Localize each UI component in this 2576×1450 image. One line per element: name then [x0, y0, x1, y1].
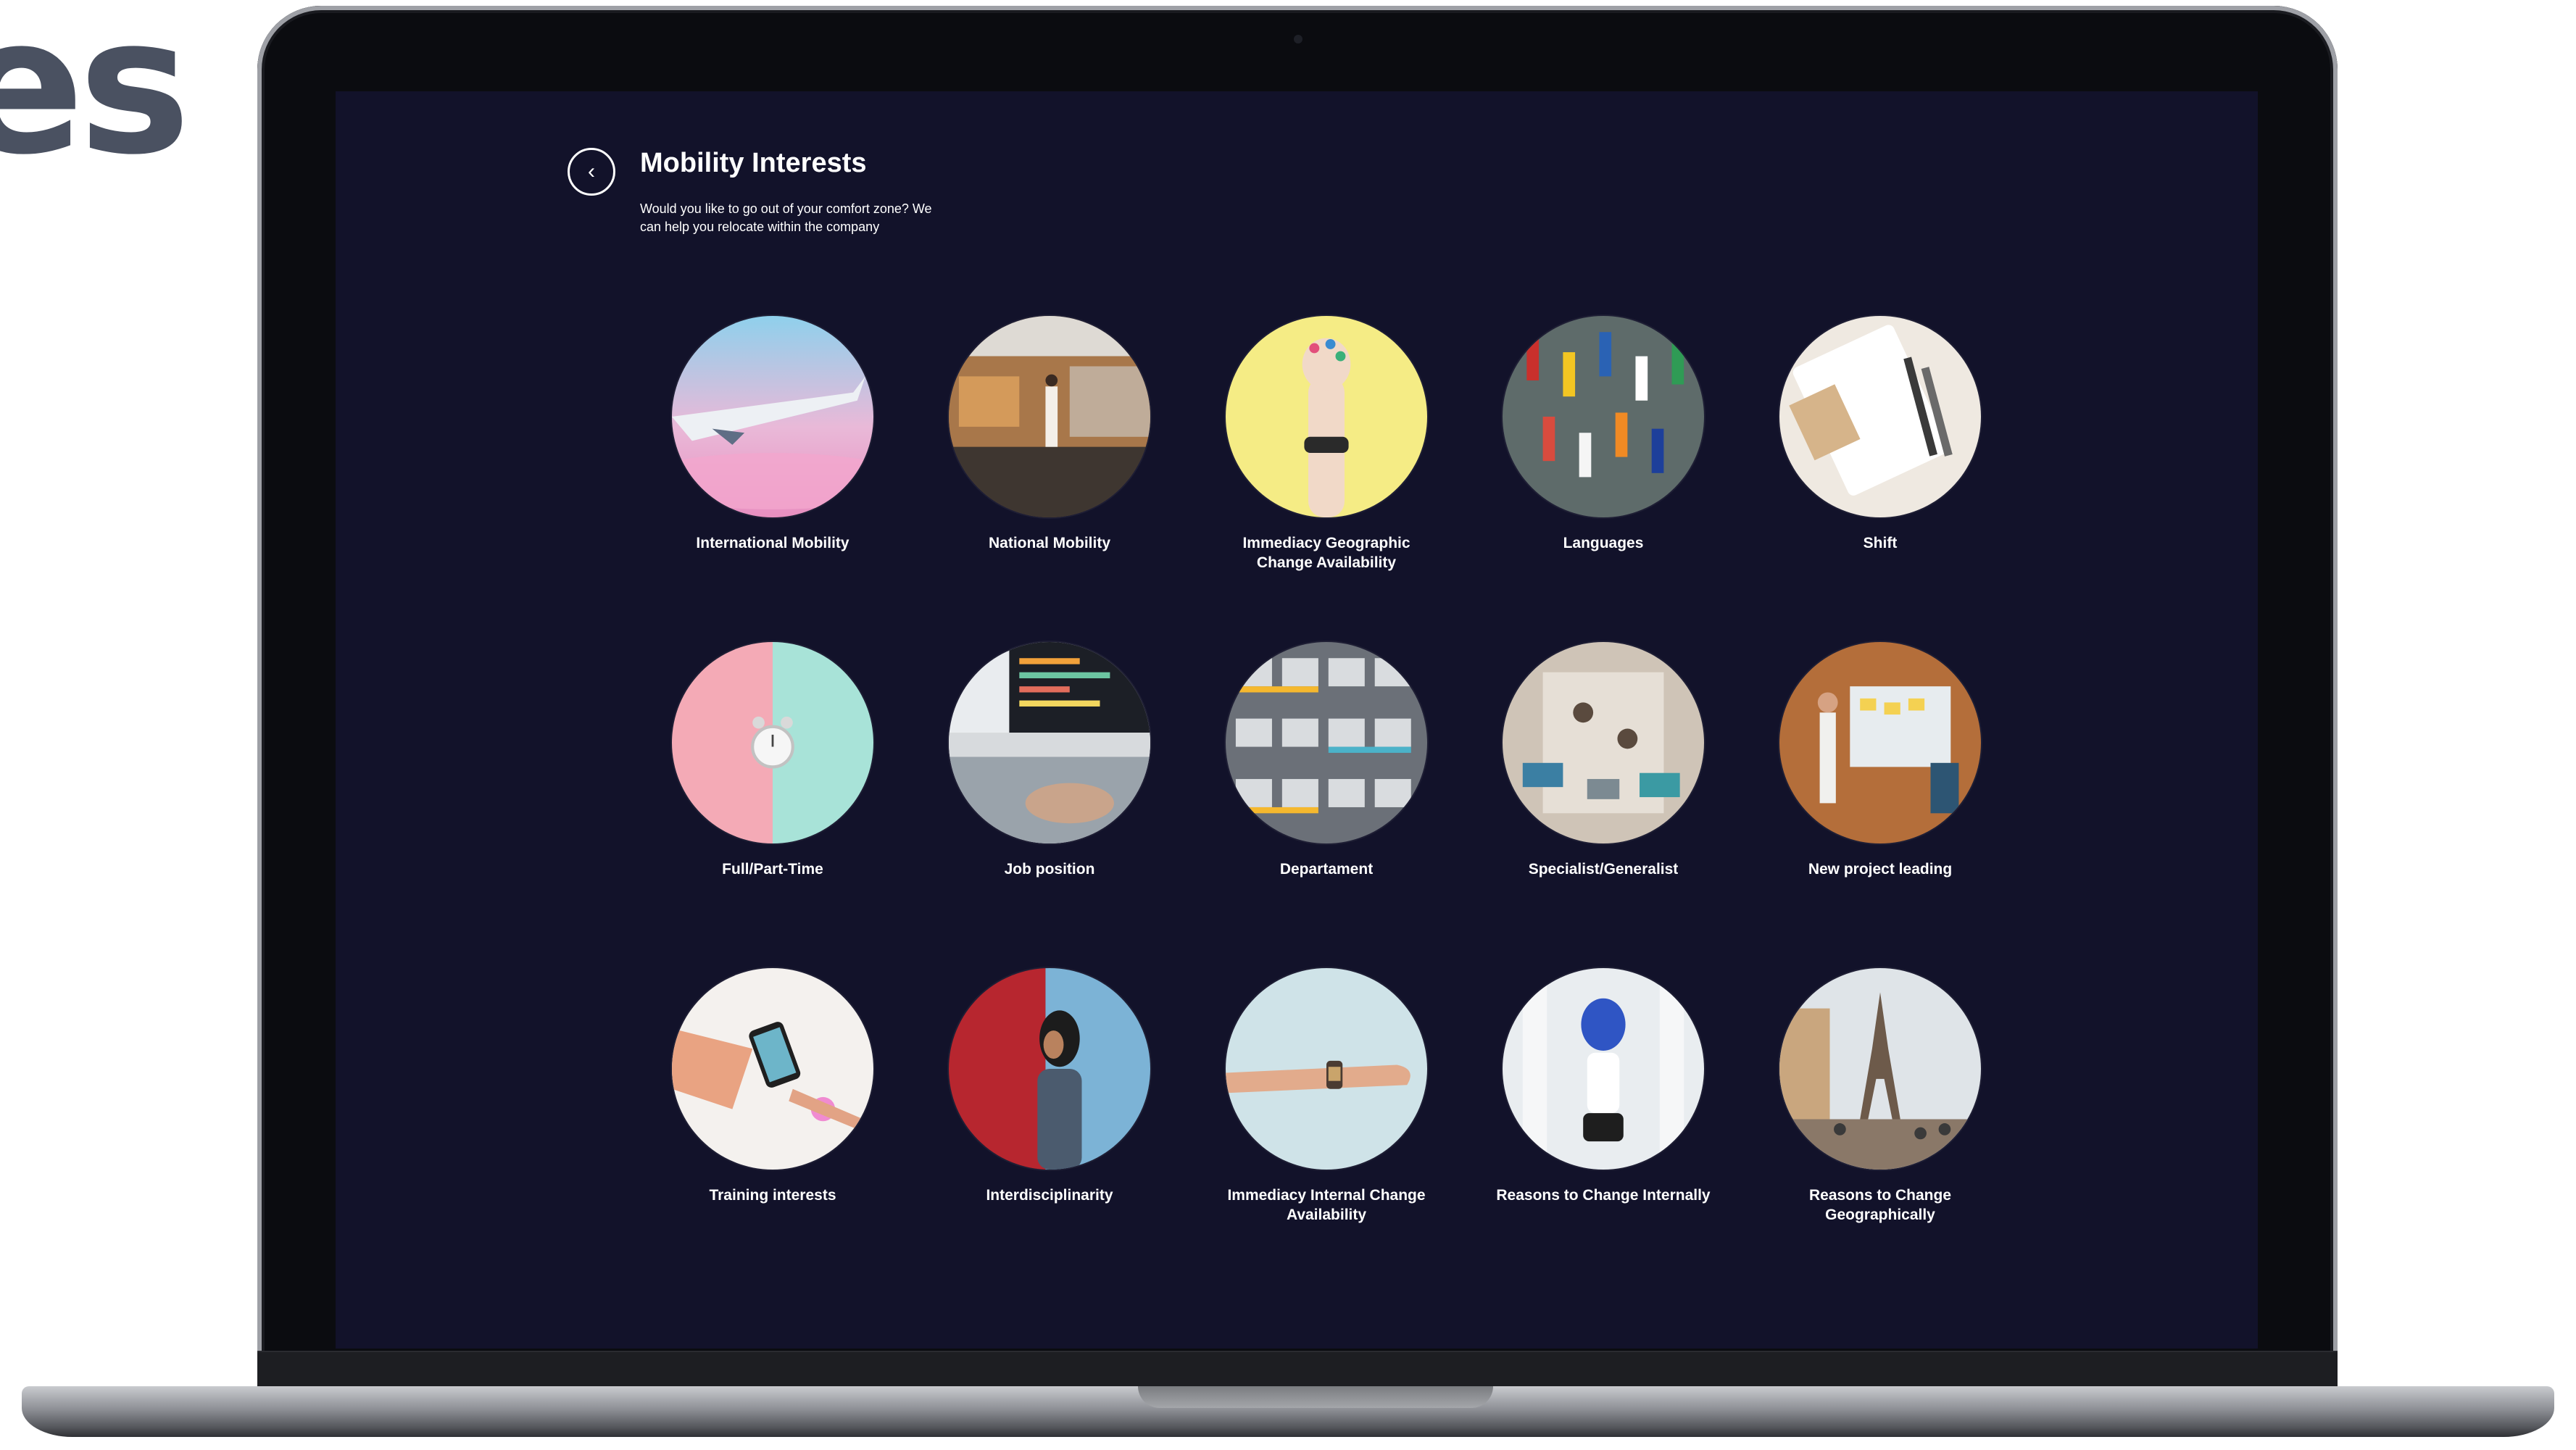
interest-immediacy-internal[interactable]: Immediacy Internal Change Availability — [1188, 968, 1465, 1294]
tile-label: Reasons to Change Internally — [1496, 1187, 1711, 1204]
tile-label: Specialist/Generalist — [1528, 861, 1679, 878]
arm-watch-image — [1226, 968, 1427, 1170]
tile-label: Shift — [1863, 535, 1898, 551]
interest-national-mobility[interactable]: National Mobility — [911, 316, 1188, 642]
tile-label: New project leading — [1808, 861, 1953, 878]
laptop-base — [22, 1386, 2554, 1437]
interests-grid: International Mobility National Mobility… — [634, 316, 2019, 1294]
tile-label: Immediacy Internal Change Availability — [1227, 1187, 1426, 1223]
laptop-lid: ‹ Mobility Interests Would you like to g… — [257, 6, 2338, 1404]
interest-shift[interactable]: Shift — [1742, 316, 2019, 642]
interest-specialist-generalist[interactable]: Specialist/Generalist — [1465, 642, 1742, 968]
whiteboard-presentation-image — [1779, 642, 1981, 843]
interest-departament[interactable]: Departament — [1188, 642, 1465, 968]
interest-reasons-geographic[interactable]: Reasons to Change Geographically — [1742, 968, 2019, 1294]
tile-label: International Mobility — [696, 535, 849, 551]
page-subtitle: Would you like to go out of your comfort… — [640, 201, 932, 234]
tile-label: Job position — [1004, 861, 1095, 878]
interest-full-part-time[interactable]: Full/Part-Time — [634, 642, 911, 968]
interest-training[interactable]: Training interests — [634, 968, 911, 1294]
balloon-person-image — [1503, 968, 1704, 1170]
corner-heading-fragment: es — [0, 0, 191, 196]
app-screen: ‹ Mobility Interests Would you like to g… — [336, 91, 2258, 1349]
computer-code-image — [949, 642, 1150, 843]
building-facade-image — [1226, 642, 1427, 843]
camera-icon — [1294, 35, 1302, 43]
tile-label: National Mobility — [989, 535, 1110, 551]
interest-interdisciplinarity[interactable]: Interdisciplinarity — [911, 968, 1188, 1294]
interest-languages[interactable]: Languages — [1465, 316, 1742, 642]
airplane-wing-image — [672, 316, 873, 517]
back-button[interactable]: ‹ — [568, 148, 615, 196]
tile-label: Reasons to Change Geographically — [1808, 1187, 1952, 1223]
meeting-table-image — [1503, 642, 1704, 843]
chevron-left-icon: ‹ — [588, 159, 595, 183]
interest-job-position[interactable]: Job position — [911, 642, 1188, 968]
tile-label: Immediacy Geographic Change Availability — [1242, 535, 1410, 571]
laptop-opening-notch — [1138, 1386, 1493, 1408]
tile-label: Departament — [1279, 861, 1374, 878]
hand-watch-image — [1226, 316, 1427, 517]
smartphone-sketch-image — [672, 968, 873, 1170]
interest-new-project-leading[interactable]: New project leading — [1742, 642, 2019, 968]
interest-immediacy-geographic[interactable]: Immediacy Geographic Change Availability — [1188, 316, 1465, 642]
tile-label: Languages — [1563, 535, 1644, 551]
page-title: Mobility Interests — [640, 148, 867, 178]
interest-international-mobility[interactable]: International Mobility — [634, 316, 911, 642]
tile-label: Interdisciplinarity — [986, 1187, 1113, 1204]
eiffel-tower-image — [1779, 968, 1981, 1170]
motion-train-image — [949, 316, 1150, 517]
planner-image — [1779, 316, 1981, 517]
alarm-clock-image — [672, 642, 873, 843]
woman-wall-image — [949, 968, 1150, 1170]
tile-label: Training interests — [709, 1187, 836, 1204]
interest-reasons-internal[interactable]: Reasons to Change Internally — [1465, 968, 1742, 1294]
flags-image — [1503, 316, 1704, 517]
tile-label: Full/Part-Time — [722, 861, 823, 878]
